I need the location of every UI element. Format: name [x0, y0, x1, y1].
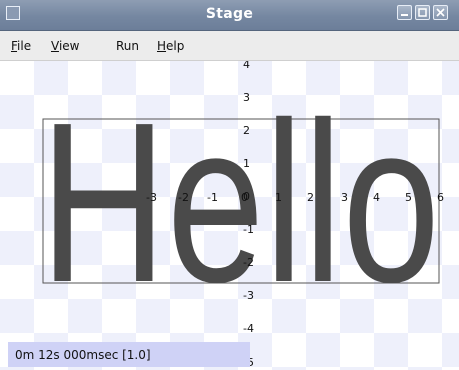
x-tick: 4 [373, 191, 380, 204]
stage-canvas[interactable]: Hello -3 -2 -1 0 1 2 3 4 5 6 4 3 2 1 0 -… [0, 61, 459, 370]
y-tick: 2 [243, 124, 250, 137]
stage-drawing: Hello -3 -2 -1 0 1 2 3 4 5 6 4 3 2 1 0 -… [40, 61, 444, 369]
stage-text: Hello [40, 76, 440, 330]
y-tick: 3 [243, 91, 250, 104]
y-tick: -3 [243, 289, 254, 302]
x-tick: -2 [178, 191, 189, 204]
status-text: 0m 12s 000msec [1.0] [15, 348, 151, 362]
y-tick: 0 [243, 190, 250, 203]
status-bar: 0m 12s 000msec [1.0] [8, 342, 250, 367]
x-tick: 5 [405, 191, 412, 204]
menu-file[interactable]: File [11, 39, 31, 53]
maximize-button[interactable] [415, 5, 430, 20]
y-tick: 1 [243, 157, 250, 170]
x-tick: 6 [437, 191, 444, 204]
menu-run[interactable]: Run [116, 39, 139, 53]
menu-view[interactable]: View [51, 39, 79, 53]
maximize-icon [418, 8, 427, 17]
x-tick: 2 [307, 191, 314, 204]
window-title: Stage [205, 6, 254, 22]
y-tick: -1 [243, 223, 254, 236]
close-button[interactable] [433, 5, 448, 20]
stage-window: Stage File View Run Help Hello -3 -2 -1 … [0, 0, 459, 370]
minimize-button[interactable] [397, 5, 412, 20]
y-tick: 4 [243, 61, 250, 71]
close-icon [436, 8, 445, 17]
x-tick: -3 [146, 191, 157, 204]
x-tick: 1 [275, 191, 282, 204]
minimize-icon [401, 14, 408, 16]
title-bar[interactable]: Stage [0, 0, 459, 31]
y-tick: -4 [243, 322, 254, 335]
x-tick: 3 [341, 191, 348, 204]
y-tick: -2 [243, 256, 254, 269]
menu-bar: File View Run Help [0, 31, 459, 61]
x-tick: -1 [207, 191, 218, 204]
menu-help[interactable]: Help [157, 39, 184, 53]
